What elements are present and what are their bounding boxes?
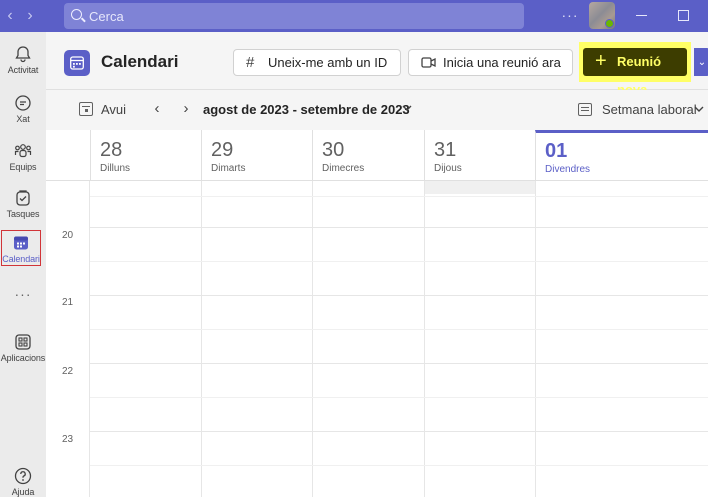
- calendar-toolbar: Avui ‹ › agost de 2023 - setembre de 202…: [46, 90, 708, 130]
- day-header-wednesday[interactable]: 30 Dimecres: [312, 130, 424, 181]
- video-camera-icon: [421, 50, 436, 83]
- hour-line: [90, 363, 708, 364]
- more-options-icon[interactable]: ···: [560, 6, 580, 26]
- rail-label: Tasques: [6, 209, 40, 219]
- meet-now-button[interactable]: Inicia una reunió ara: [408, 49, 573, 76]
- day-name: Dimecres: [322, 163, 365, 174]
- date-range-label[interactable]: agost de 2023 - setembre de 2023: [203, 102, 410, 117]
- search-input[interactable]: [89, 7, 509, 25]
- more-apps-icon[interactable]: ···: [0, 286, 46, 302]
- column-divider: [312, 181, 313, 497]
- rail-item-teams[interactable]: Equips: [0, 137, 46, 181]
- hour-line: [90, 227, 708, 228]
- minimize-icon[interactable]: [636, 15, 647, 16]
- previous-week-chevron-icon[interactable]: ‹: [149, 99, 165, 119]
- view-selector[interactable]: Setmana laboral: [578, 101, 697, 119]
- calendar-icon: [14, 236, 28, 250]
- time-gutter-header: [46, 130, 90, 181]
- new-meeting-dropdown-button[interactable]: ⌄: [694, 48, 708, 76]
- presence-status-icon: [605, 19, 614, 28]
- half-hour-line: [90, 397, 708, 398]
- hour-label: 23: [62, 434, 74, 445]
- rail-label: Aplicacions: [0, 353, 46, 363]
- half-hour-line: [90, 329, 708, 330]
- new-meeting-button[interactable]: + Reunió nova: [583, 48, 687, 97]
- teams-icon: [14, 144, 32, 158]
- day-header-thursday[interactable]: 31 Dijous: [424, 130, 535, 181]
- day-number: 01: [545, 140, 568, 162]
- column-divider: [535, 181, 536, 497]
- rail-item-activity[interactable]: Activitat: [0, 40, 46, 84]
- rail-label: Equips: [9, 162, 37, 172]
- forward-arrow-icon[interactable]: ›: [22, 6, 38, 26]
- half-hour-line: [90, 261, 708, 262]
- rail-item-tasks[interactable]: Tasques: [0, 184, 46, 228]
- header-divider: [46, 180, 708, 181]
- hour-line: [90, 295, 708, 296]
- search-icon: [71, 9, 82, 20]
- maximize-icon[interactable]: [678, 10, 689, 21]
- rail-item-apps[interactable]: Aplicacions: [0, 328, 46, 372]
- back-arrow-icon[interactable]: ‹: [2, 6, 18, 26]
- rail-item-calendar[interactable]: Calendari: [1, 230, 41, 266]
- day-header-tuesday[interactable]: 29 Dimarts: [201, 130, 312, 181]
- day-name: Dimarts: [211, 163, 246, 174]
- calendar-header: Calendari # Uneix-me amb un ID Inicia un…: [46, 32, 708, 97]
- hour-line: [90, 431, 708, 432]
- hour-label: 21: [62, 297, 74, 308]
- today-button[interactable]: Avui: [79, 101, 126, 119]
- view-label: Setmana laboral: [602, 102, 697, 117]
- rail-label: Xat: [16, 114, 30, 124]
- all-day-event-strip: [424, 181, 535, 194]
- apps-icon: [15, 334, 31, 350]
- day-header-friday[interactable]: 01 Divendres: [535, 130, 708, 181]
- calendar-grid: 28 Dilluns 29 Dimarts 30 Dimecres 31 Dij…: [46, 130, 708, 497]
- join-with-id-label: Uneix-me amb un ID: [268, 55, 388, 70]
- hash-icon: #: [246, 54, 255, 71]
- day-number: 28: [100, 139, 123, 161]
- day-number: 29: [211, 139, 234, 161]
- search-box[interactable]: [64, 3, 524, 29]
- day-name: Dijous: [434, 163, 462, 174]
- rail-item-chat[interactable]: Xat: [0, 89, 46, 133]
- day-name: Dilluns: [100, 163, 131, 174]
- day-header-monday[interactable]: 28 Dilluns: [90, 130, 201, 181]
- date-range-chevron-down-icon[interactable]: [400, 99, 414, 117]
- day-name: Divendres: [545, 164, 591, 175]
- half-hour-line: [90, 465, 708, 466]
- chat-icon: [15, 95, 31, 111]
- app-rail: Activitat Xat Equips Tasques Calendari ·…: [0, 32, 46, 497]
- view-calendar-icon: [578, 103, 592, 116]
- chevron-down-icon: ⌄: [697, 56, 707, 68]
- rail-item-help[interactable]: Ajuda: [0, 462, 46, 497]
- day-number: 31: [434, 139, 457, 161]
- bell-icon: [15, 46, 31, 63]
- today-calendar-icon: [79, 102, 93, 116]
- join-with-id-button[interactable]: # Uneix-me amb un ID: [233, 49, 401, 76]
- day-number: 30: [322, 139, 345, 161]
- view-chevron-down-icon[interactable]: [692, 100, 706, 118]
- rail-label: Calendari: [2, 254, 40, 264]
- plus-icon: +: [595, 50, 607, 72]
- today-label: Avui: [101, 102, 127, 117]
- calendar-badge-icon: [64, 50, 90, 76]
- time-gutter: [46, 181, 90, 497]
- next-week-chevron-icon[interactable]: ›: [178, 99, 194, 119]
- tasks-icon: [16, 190, 30, 206]
- rail-label: Activitat: [7, 65, 39, 75]
- rail-label: Ajuda: [11, 487, 35, 497]
- column-divider: [201, 181, 202, 497]
- hour-label: 20: [62, 230, 74, 241]
- page-title: Calendari: [101, 52, 179, 71]
- half-hour-line: [90, 196, 708, 197]
- title-bar: ‹ › ···: [0, 0, 708, 32]
- column-divider: [424, 181, 425, 497]
- hour-label: 22: [62, 366, 74, 377]
- meet-now-label: Inicia una reunió ara: [443, 55, 561, 70]
- help-icon: [14, 467, 32, 485]
